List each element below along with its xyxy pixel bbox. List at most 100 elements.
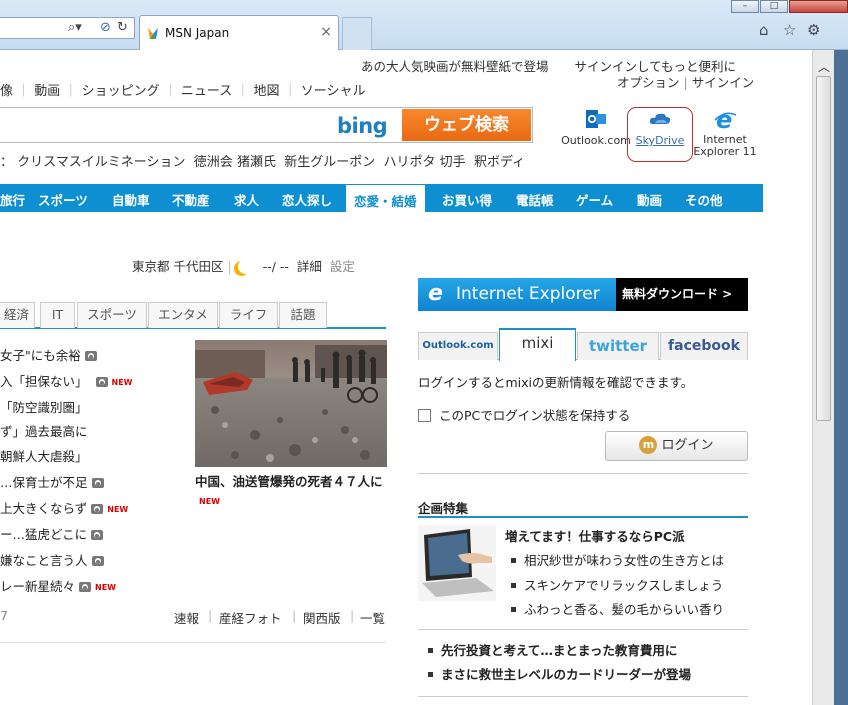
promo-item[interactable]: 先行投資と考えて…まとまった教育費用に [428,640,677,659]
web-search-button[interactable]: ウェブ検索 [402,109,531,141]
tab-entertainment[interactable]: エンタメ [148,302,218,328]
news-item[interactable]: ー…猛虎どこに [0,524,104,543]
search-dropdown-icon[interactable]: ⌕▾ [68,20,82,35]
keep-login-option[interactable]: このPCでログイン状態を保持する [418,405,630,424]
skydrive-service-link[interactable]: SkyDrive [625,107,695,147]
options-link[interactable]: オプション [617,75,680,90]
mixi-m-icon: m [639,436,658,454]
category-more[interactable]: その他 [685,190,723,209]
featured-title[interactable]: 増えてます！仕事するならPC派 [505,526,685,545]
category-phonebook[interactable]: 電話帳 [516,190,554,209]
keep-login-checkbox[interactable] [418,409,431,422]
category-sports[interactable]: スポーツ [38,190,88,209]
news-headline: …保育士が不足 [0,475,88,490]
address-bar[interactable]: ⌕▾ ⊘ ↻ [0,17,135,39]
weather-location[interactable]: 東京都 千代田区 [132,259,223,274]
scrollbar-thumb[interactable] [816,76,831,421]
tab-it[interactable]: IT [40,302,75,328]
new-tab-button[interactable] [342,17,372,50]
ie11-download-link[interactable]: 無料ダウンロード > [622,278,732,311]
category-deals[interactable]: お買い得 [442,190,492,209]
news-item[interactable]: ず」過去最高に [0,421,88,440]
news-item[interactable]: 朝鮮人大虐殺」 [0,446,88,465]
trending-item[interactable]: クリスマスイルミネーション [17,155,185,170]
category-dating[interactable]: 恋人探し [282,190,332,209]
outlook-icon [586,110,606,128]
news-item[interactable]: 嫌なこと言う人 [0,550,104,569]
featured-item-text: スキンケアでリラックスしましょう [524,578,724,593]
favorites-star-icon[interactable]: ☆ [783,21,796,39]
tab-facebook[interactable]: facebook [660,332,748,360]
nav-link-video[interactable]: 動画 [34,84,60,99]
news-item[interactable]: 「防空識別圏」 [0,397,88,416]
ie11-service-link[interactable]: e Internet Explorer 11 [690,107,760,158]
mixi-login-button[interactable]: m ログイン [605,431,748,461]
featured-item[interactable]: 相沢紗世が味わう女性の生き方とは [511,550,724,569]
minimize-button[interactable]: – [731,0,759,13]
trending-item[interactable]: 徳洲会 [194,155,233,170]
outlook-service-link[interactable]: Outlook.com [561,107,631,147]
signin-link[interactable]: サインイン [692,75,755,90]
nav-link-images[interactable]: 像 [0,84,13,99]
trending-item[interactable]: 猪瀬氏 [237,155,276,170]
news-photo[interactable] [195,340,387,467]
browser-tab[interactable]: MSN Japan × [139,15,339,50]
ie11-label: Internet Explorer 11 [693,133,757,158]
tab-economy[interactable]: 経済 [0,302,35,328]
tab-life[interactable]: ライフ [219,302,278,328]
tab-twitter[interactable]: twitter [577,332,659,360]
tab-outlook[interactable]: Outlook.com [418,332,498,360]
tab-sports[interactable]: スポーツ [77,302,147,328]
search-box[interactable]: bing ウェブ検索 [0,107,533,143]
stop-icon[interactable]: ⊘ [100,20,111,35]
category-marriage[interactable]: 恋愛・結婚 [345,184,426,212]
news-headline: 朝鮮人大虐殺」 [0,449,88,464]
tab-close-icon[interactable]: × [320,24,332,40]
category-auto[interactable]: 自動車 [112,190,150,209]
trending-item[interactable]: 釈ボディ [474,155,525,170]
maximize-button[interactable]: □ [760,0,788,13]
trending-item[interactable]: 切手 [440,155,466,170]
news-item[interactable]: 女子"にも余裕 [0,345,97,364]
scroll-up-icon[interactable]: ︿ [818,58,830,75]
vertical-scrollbar[interactable]: ︿ [812,50,834,705]
link-kansai[interactable]: 関西版 [303,608,341,627]
ie-logo-icon: e [428,281,443,306]
link-list[interactable]: 一覧 [360,608,385,627]
ie11-banner[interactable]: e Internet Explorer 11 無料ダウンロード > [418,278,748,337]
photo-caption[interactable]: 中国、油送管爆発の死者４７人に NEW [195,472,387,511]
close-window-button[interactable] [789,0,848,13]
news-item[interactable]: 入「担保ない」 NEW [0,371,132,390]
nav-link-news[interactable]: ニュース [181,84,232,99]
promo-link[interactable]: あの大人気映画が無料壁紙で登場 [361,59,549,74]
settings-gear-icon[interactable]: ⚙ [807,21,820,39]
category-games[interactable]: ゲーム [576,190,613,209]
news-item[interactable]: レー新星続々 NEW [0,576,116,595]
camera-icon [91,556,104,566]
category-video[interactable]: 動画 [637,190,662,209]
nav-link-maps[interactable]: 地図 [253,84,279,99]
category-realestate[interactable]: 不動産 [172,190,210,209]
weather-detail-link[interactable]: 詳細 [297,259,322,274]
featured-image[interactable] [418,525,496,601]
news-item[interactable]: …保育士が不足 [0,472,104,491]
weather-settings-link[interactable]: 設定 [330,259,355,274]
nav-link-social[interactable]: ソーシャル [301,84,366,99]
refresh-icon[interactable]: ↻ [117,20,128,35]
home-icon[interactable]: ⌂ [759,21,769,39]
featured-item[interactable]: ふわっと香る、髪の毛からいい香り [511,599,724,618]
bing-logo: bing [337,114,388,138]
featured-item[interactable]: スキンケアでリラックスしましょう [511,575,723,594]
news-item[interactable]: 上大きくならず NEW [0,498,128,517]
trending-item[interactable]: 新生グルーポン [284,155,375,170]
link-breaking[interactable]: 速報 [174,608,199,627]
new-badge: NEW [95,583,116,592]
category-travel[interactable]: 旅行 [0,190,25,209]
tab-topics[interactable]: 話題 [279,302,327,328]
tab-mixi[interactable]: mixi [499,328,576,361]
link-sankei-photo[interactable]: 産経フォト [219,608,282,627]
nav-link-shopping[interactable]: ショッピング [82,84,160,99]
trending-item[interactable]: ハリポタ [384,155,436,170]
promo-item[interactable]: まさに救世主レベルのカードリーダーが登場 [428,664,691,683]
category-jobs[interactable]: 求人 [234,190,259,209]
